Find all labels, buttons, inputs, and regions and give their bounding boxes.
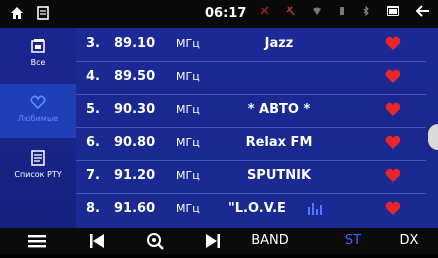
favorites-heart-icon [30, 95, 46, 110]
playing-equalizer-icon [308, 203, 322, 215]
status-left [10, 6, 50, 20]
frequency-unit: МГц [176, 103, 200, 116]
satellite-icon [286, 6, 295, 16]
station-name: SPUTNIK [246, 168, 312, 183]
station-row[interactable]: 6. 90.80 МГц Relax FM [76, 127, 426, 161]
side-pull-handle[interactable] [428, 124, 438, 150]
bottom-toolbar: BAND ST DX [0, 228, 438, 254]
status-bar: 06:17 [0, 0, 438, 28]
back-icon[interactable] [416, 5, 430, 17]
station-row[interactable]: 7. 91.20 МГц SPUTNIK [76, 160, 426, 194]
search-button[interactable] [140, 230, 170, 252]
favorite-heart-icon[interactable] [385, 101, 401, 117]
sidebar-item-label: Список PTY [14, 170, 62, 179]
station-list[interactable]: 3. 89.10 МГц Jazz 4. 89.50 МГц 5. 90.30 … [76, 28, 426, 228]
battery-icon [340, 7, 344, 15]
station-name: Jazz [264, 36, 294, 51]
station-number: 4. [86, 69, 100, 84]
previous-icon [90, 234, 104, 248]
menu-button[interactable] [22, 230, 52, 252]
recents-icon[interactable] [36, 6, 50, 20]
favorite-heart-icon[interactable] [385, 68, 401, 84]
stereo-button[interactable]: ST [338, 230, 368, 252]
favorite-heart-icon[interactable] [385, 35, 401, 51]
search-icon [147, 233, 164, 250]
station-name: Relax FM [245, 135, 313, 150]
home-icon[interactable] [10, 6, 24, 20]
station-name: * АВТО * [247, 102, 311, 117]
window-icon[interactable] [386, 5, 400, 17]
station-row[interactable]: 8. 91.60 МГц "L.O.V.E [76, 193, 426, 226]
all-stations-icon [31, 39, 45, 53]
sidebar: Все Любимые Список PTY [0, 28, 76, 228]
station-number: 8. [86, 201, 100, 216]
frequency-unit: МГц [176, 37, 200, 50]
station-frequency: 90.80 [114, 135, 156, 150]
frequency-unit: МГц [176, 70, 200, 83]
station-row[interactable]: 5. 90.30 МГц * АВТО * [76, 94, 426, 128]
station-frequency: 89.50 [114, 69, 156, 84]
sidebar-item-all[interactable]: Все [0, 28, 76, 82]
station-name: "L.O.V.E [228, 201, 286, 216]
dx-button[interactable]: DX [394, 230, 424, 252]
station-number: 7. [86, 168, 100, 183]
station-frequency: 90.30 [114, 102, 156, 117]
menu-icon [28, 235, 46, 248]
station-row[interactable]: 4. 89.50 МГц [76, 61, 426, 95]
station-number: 3. [86, 36, 100, 51]
station-number: 5. [86, 102, 100, 117]
radio-screen: 06:17 Все Любимые Список PTY 3. 89.10 МГ… [0, 0, 438, 254]
sidebar-item-pty-list[interactable]: Список PTY [0, 140, 76, 194]
favorite-heart-icon[interactable] [385, 134, 401, 150]
favorite-heart-icon[interactable] [385, 167, 401, 183]
station-frequency: 91.60 [114, 201, 156, 216]
station-row[interactable]: 3. 89.10 МГц Jazz [76, 28, 426, 62]
frequency-unit: МГц [176, 136, 200, 149]
sidebar-item-label: Все [30, 58, 46, 67]
pty-list-icon [31, 150, 45, 166]
station-frequency: 89.10 [114, 36, 156, 51]
frequency-unit: МГц [176, 169, 200, 182]
station-number: 6. [86, 135, 100, 150]
sidebar-item-favorites[interactable]: Любимые [0, 84, 76, 138]
band-button[interactable]: BAND [248, 230, 292, 252]
clock: 06:17 [205, 6, 247, 21]
frequency-unit: МГц [176, 202, 200, 215]
camera-icon [260, 6, 269, 15]
wifi-icon [313, 7, 321, 15]
next-icon [206, 234, 220, 248]
status-right [260, 5, 430, 17]
bluetooth-icon [363, 6, 369, 16]
next-button[interactable] [198, 230, 228, 252]
station-frequency: 91.20 [114, 168, 156, 183]
previous-button[interactable] [82, 230, 112, 252]
favorite-heart-icon[interactable] [385, 200, 401, 216]
sidebar-item-label: Любимые [17, 114, 59, 123]
